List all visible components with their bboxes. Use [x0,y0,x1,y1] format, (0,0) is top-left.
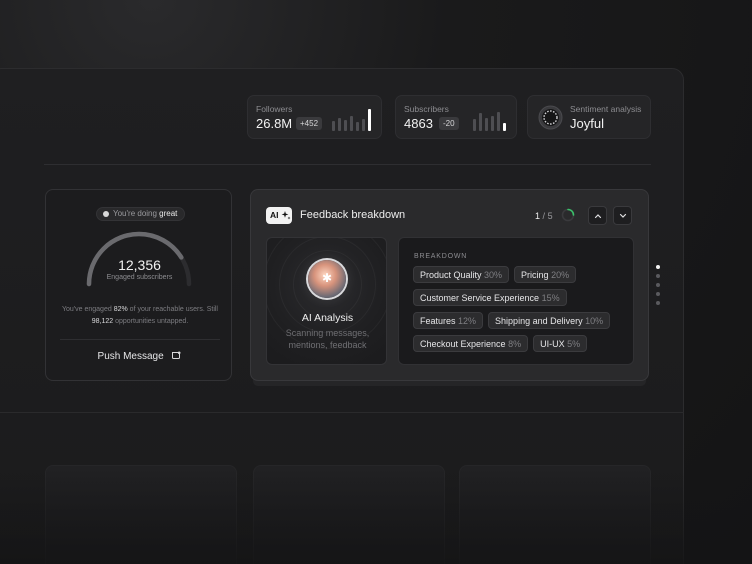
status-pill-emphasis: great [159,209,178,218]
status-dot-icon [103,211,109,217]
subscribers-stat-card[interactable]: Subscribers 4863 -20 [395,95,517,139]
tag-percent: 15% [541,293,560,303]
ai-sub-line-1: Scanning messages, [285,328,370,338]
engaged-total-label: Engaged subscribers [106,274,173,281]
spark-bar [368,109,371,131]
breakdown-tag[interactable]: Shipping and Delivery 10% [488,312,611,329]
blurb-count: 98,122 [91,318,114,325]
prev-button[interactable] [588,206,607,225]
tag-percent: 5% [567,339,581,349]
spark-bar [497,112,500,131]
breakdown-tag[interactable]: Features 12% [413,312,484,329]
spark-bar [503,123,506,131]
pagination-dot[interactable] [656,283,660,287]
subscribers-sparkbars [473,105,506,131]
tag-name: Shipping and Delivery [495,316,586,326]
pagination-dot[interactable] [656,292,660,296]
engagement-card: You're doing great 12,356 Engaged subscr… [45,189,232,381]
blurb-text-2: of your reachable users. Still [129,306,218,313]
chevron-down-icon [619,213,626,218]
breakdown-tag[interactable]: Customer Service Experience 15% [413,289,567,306]
pager-total: 5 [547,211,553,221]
sentiment-stat-card[interactable]: Sentiment analysis Joyful [527,95,651,139]
breakdown-panel: BREAKDOWN Product Quality 30% Pricing 20%… [398,237,634,365]
ai-sub-line-2: mentions, feedback [288,340,367,350]
pagination-dot[interactable] [656,301,660,305]
tag-name: Product Quality [420,270,485,280]
tag-name: Checkout Experience [420,339,509,349]
ai-analysis-panel: ✱ AI Analysis Scanning messages, mention… [266,237,387,365]
loading-spinner-icon [561,208,575,222]
blurb-text-3: opportunities untapped. [115,318,189,325]
followers-label: Followers [256,104,293,114]
tag-name: Features [420,316,459,326]
bottom-divider [0,412,684,413]
breakdown-tag[interactable]: Checkout Experience 8% [413,335,529,352]
subscribers-value: 4863 [404,116,433,131]
tag-name: Pricing [521,270,552,280]
status-pill: You're doing great [96,207,186,221]
tag-name: UI-UX [540,339,568,349]
ai-orb-icon: ✱ [308,260,346,298]
asterisk-icon: ✱ [321,271,333,285]
push-message-label: Push Message [97,351,164,362]
feedback-title: Feedback breakdown [300,209,406,221]
pager-indicator: 1 / 5 [535,211,553,221]
tag-percent: 30% [484,270,503,280]
breakdown-tag[interactable]: UI-UX 5% [533,335,588,352]
followers-sparkbars [332,105,371,131]
pagination-dot[interactable] [656,265,660,269]
pagination-dot[interactable] [656,274,660,278]
engagement-blurb: You've engaged 82% of your reachable use… [60,304,220,328]
spark-bar [338,118,341,131]
ai-chip-label: AI [270,210,279,220]
sentiment-value: Joyful [570,116,604,131]
bottom-fade [0,470,752,564]
sentiment-ring-icon [538,105,563,130]
ai-chip: AI [266,207,292,224]
followers-value: 26.8M [256,116,293,131]
tag-percent: 12% [458,316,477,326]
spark-bar [344,120,347,131]
chevron-up-icon [594,213,601,218]
ai-analysis-subtitle: Scanning messages, mentions, feedback [267,327,386,351]
next-button[interactable] [613,206,632,225]
sentiment-label: Sentiment analysis [570,104,642,114]
spark-bar [479,113,482,131]
spark-bar [473,119,476,131]
tag-percent: 20% [551,270,570,280]
blurb-text-1: You've engaged [62,306,112,313]
push-message-button[interactable]: Push Message [46,351,233,362]
tag-name: Customer Service Experience [420,293,542,303]
pager-separator: / [542,211,546,221]
spark-bar [332,121,335,131]
breakdown-tag[interactable]: Pricing 20% [514,266,577,283]
blurb-percent: 82% [113,306,128,313]
sparkle-icon [281,211,291,220]
spark-bar [491,116,494,131]
message-icon [172,351,181,359]
section-divider [44,164,651,165]
subscribers-delta-badge: -20 [439,117,459,130]
spark-bar [485,118,488,131]
card-divider [60,339,220,340]
breakdown-label: BREAKDOWN [414,253,468,260]
followers-delta-badge: +452 [296,117,323,130]
spark-bar [362,119,365,131]
tag-percent: 10% [585,316,604,326]
spark-bar [350,116,353,131]
spark-bar [356,122,359,131]
breakdown-tags: Product Quality 30% Pricing 20% Customer S… [413,266,629,352]
tag-percent: 8% [508,339,522,349]
breakdown-tag[interactable]: Product Quality 30% [413,266,510,283]
pagination-dots [656,265,660,305]
feedback-card: AI Feedback breakdown 1 / 5 ✱ AI Analysi… [250,189,649,381]
ai-analysis-title: AI Analysis [301,312,354,324]
engaged-total: 12,356 [118,257,161,273]
pager-current: 1 [535,211,541,221]
followers-stat-card[interactable]: Followers 26.8M +452 [247,95,382,139]
status-pill-text: You're doing [113,209,157,218]
subscribers-label: Subscribers [404,104,449,114]
